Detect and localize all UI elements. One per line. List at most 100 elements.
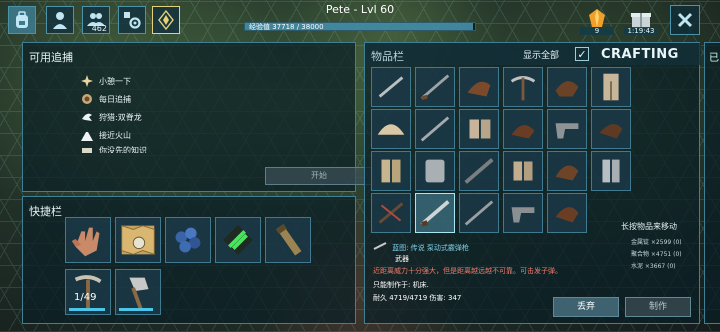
right-panel-title: 已 — [709, 53, 719, 64]
inventory-slot[interactable] — [547, 109, 587, 149]
hat-icon — [377, 124, 405, 135]
pump-shotgun-icon — [420, 200, 450, 227]
track-item-label: 每日追捕 — [99, 94, 131, 104]
item-desc: 近距离威力十分强大，但是距离越远越不可靠。可击发子弹。 — [373, 267, 562, 275]
player-name: Pete - Lvl 60 — [325, 3, 395, 16]
inventory-slot[interactable] — [503, 67, 543, 107]
backpack-icon[interactable] — [8, 6, 36, 34]
inventory-slot[interactable] — [415, 151, 455, 191]
inventory-slot[interactable] — [547, 193, 587, 233]
top-bar: 462 Pete - Lvl 60 经验值 37718 / 38000 9 1:… — [0, 0, 720, 38]
track-item[interactable]: 狩猎:双脊龙 — [81, 109, 251, 125]
hotbar-slot-hand[interactable] — [65, 217, 111, 263]
gloves-icon — [513, 161, 533, 181]
hotbar-slot-pick[interactable]: 1/49 — [65, 269, 111, 315]
item-requirement: 只能制作于: 机床. — [373, 281, 429, 289]
show-all-checkbox[interactable]: ✓ — [575, 47, 589, 61]
xp-bar: 经验值 37718 / 38000 — [244, 22, 476, 31]
inventory-slot[interactable] — [371, 67, 411, 107]
inventory-slot[interactable] — [415, 109, 455, 149]
right-panel-edge: 已 — [704, 42, 720, 324]
inventory-slot[interactable] — [371, 151, 411, 191]
pick-quantity: 1/49 — [74, 292, 97, 303]
inventory-slot[interactable] — [591, 151, 631, 191]
crafting-tab[interactable]: CRAFTING — [601, 47, 679, 62]
character-icon[interactable] — [46, 6, 74, 34]
inventory-slot[interactable] — [459, 151, 499, 191]
inventory-panel: 物品栏 显示全部 ✓ CRAFTING 长按物品来移动 金属锭 ×2599 (0… — [364, 42, 701, 324]
armor-icon — [425, 159, 445, 183]
hotbar-title: 快捷栏 — [29, 205, 62, 218]
hand-icon — [71, 227, 100, 257]
close-button[interactable] — [670, 5, 700, 35]
track-item[interactable]: 小憩一下 — [81, 73, 251, 89]
hotbar-slot-hatchet[interactable] — [115, 269, 161, 315]
gift-timer: 1:19:43 — [624, 27, 658, 35]
pickaxe-icon — [510, 76, 536, 101]
drop-button[interactable]: 丢弃 — [553, 297, 619, 317]
rifle-icon — [420, 116, 450, 142]
inventory-slot[interactable] — [547, 151, 587, 191]
track-item[interactable]: 接近火山 — [81, 127, 251, 143]
track-item-label: 狩猎:双脊龙 — [99, 112, 142, 122]
track-item-label: 小憩一下 — [99, 76, 131, 86]
inventory-slot[interactable] — [503, 151, 543, 191]
item-name-row: 蓝图: 传说 泵动式霰弹枪 — [373, 235, 613, 254]
track-item[interactable]: 每日追捕 — [81, 91, 251, 107]
pistol-icon — [555, 123, 579, 139]
dilo-icon — [82, 113, 92, 121]
map-icon — [121, 224, 155, 256]
craft-button[interactable]: 制作 — [625, 297, 691, 317]
close-icon — [677, 12, 693, 28]
inventory-slot-selected[interactable] — [415, 193, 455, 233]
hotbar-slot-gps[interactable] — [215, 217, 261, 263]
gift-button[interactable]: 1:19:43 — [624, 4, 658, 35]
resource-polymer: 聚合物 ×4751 (0) — [631, 251, 682, 258]
saddle-icon — [555, 81, 579, 97]
item-description: 蓝图: 传说 泵动式霰弹枪 武器 近距离威力十分强大，但是距离越远越不可靠。可击… — [373, 235, 613, 303]
element-count: 9 — [580, 27, 614, 35]
inventory-slot[interactable] — [459, 193, 499, 233]
track-item-label: 你没先的知识 — [99, 146, 147, 153]
track-item[interactable]: 你没先的知识 — [81, 145, 251, 153]
resource-metal: 金属锭 ×2599 (0) — [631, 239, 682, 246]
inventory-slot[interactable] — [371, 109, 411, 149]
engram-icon[interactable] — [152, 6, 180, 34]
gear-medal-icon — [82, 94, 92, 104]
inventory-slot[interactable] — [415, 67, 455, 107]
durability-fill — [119, 308, 154, 311]
pistol-icon — [511, 207, 535, 223]
inventory-slot[interactable] — [503, 109, 543, 149]
element-button[interactable]: 9 — [580, 4, 614, 35]
gloves-icon — [469, 119, 491, 139]
leggings-icon — [603, 73, 619, 101]
inventory-slot[interactable] — [591, 109, 631, 149]
inventory-title: 物品栏 — [371, 50, 404, 63]
resource-cement: 水泥 ×3667 (0) — [631, 263, 676, 270]
hotbar-slot-spyglass[interactable] — [265, 217, 311, 263]
shotgun-small-icon — [373, 242, 387, 250]
shotgun-icon — [464, 158, 494, 184]
tribe-icon[interactable]: 462 — [82, 6, 110, 34]
saddle-icon — [599, 124, 623, 139]
inventory-slot[interactable] — [503, 193, 543, 233]
spyglass-icon — [275, 223, 302, 256]
track-list: 小憩一下 每日追捕 狩猎:双脊龙 接近火山 你没先的知识 — [81, 73, 251, 155]
hotbar-slot-map[interactable] — [115, 217, 161, 263]
hotbar-panel: 快捷栏 1/49 — [22, 196, 356, 324]
inventory-slot[interactable] — [371, 193, 411, 233]
start-button[interactable]: 开始 — [265, 167, 373, 185]
item-type: 武器 — [395, 255, 409, 263]
crossbow-icon — [378, 202, 404, 224]
move-hint: 长按物品来移动 — [621, 222, 677, 231]
inventory-slot[interactable] — [547, 67, 587, 107]
saddle-icon — [555, 165, 579, 181]
inventory-slot[interactable] — [459, 67, 499, 107]
inventory-slot[interactable] — [459, 109, 499, 149]
tribe-count: 462 — [91, 24, 107, 33]
inventory-slot[interactable] — [591, 67, 631, 107]
hotbar-slot-berries[interactable] — [165, 217, 211, 263]
settings-icon[interactable] — [118, 6, 146, 34]
track-item-label: 接近火山 — [99, 130, 131, 140]
star-icon — [81, 75, 93, 87]
